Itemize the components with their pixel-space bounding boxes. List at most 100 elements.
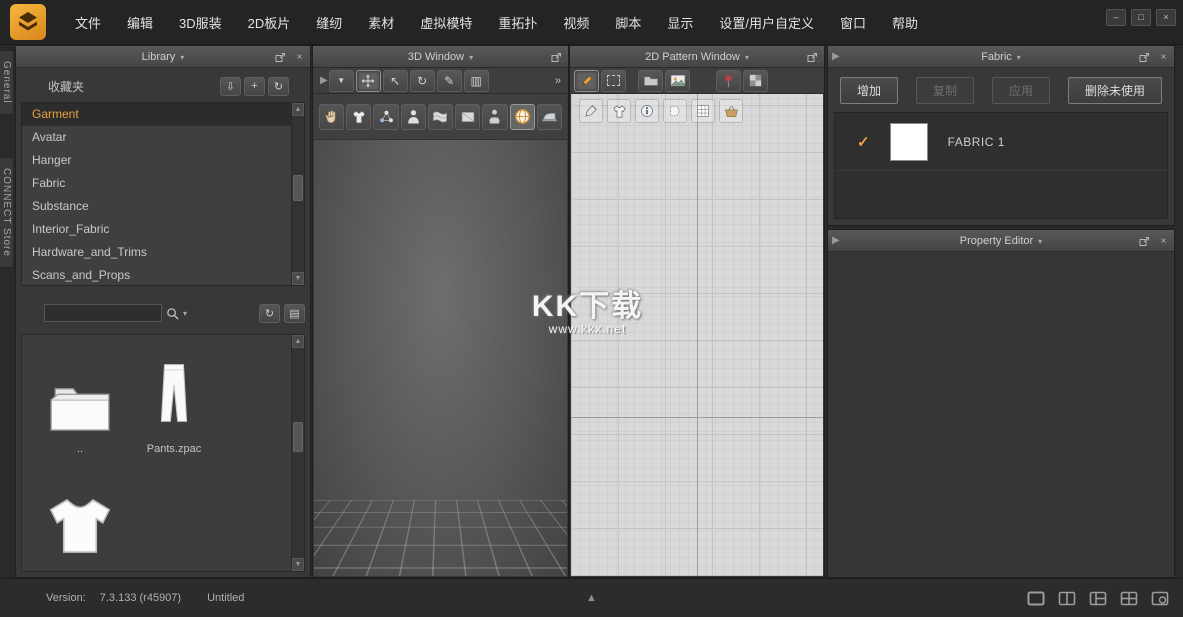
menu-display[interactable]: 显示 bbox=[654, 0, 706, 45]
basket-icon[interactable] bbox=[719, 99, 743, 123]
chevron-down-icon[interactable]: ▾ bbox=[180, 53, 184, 62]
garment-outline-icon[interactable] bbox=[607, 99, 631, 123]
menu-avatar[interactable]: 虚拟模特 bbox=[407, 0, 485, 45]
pattern-piece-icon[interactable] bbox=[663, 99, 687, 123]
scroll-thumb[interactable] bbox=[293, 422, 303, 452]
add-favorite-button[interactable]: + bbox=[244, 77, 265, 96]
open-folder-icon[interactable] bbox=[638, 70, 663, 92]
gizmo-dropdown-icon[interactable]: ▼ bbox=[329, 70, 354, 92]
drape-cloth-icon[interactable] bbox=[428, 104, 453, 130]
library-item-scans-and-props[interactable]: Scans_and_Props bbox=[22, 264, 291, 285]
thumbnail-scrollbar[interactable]: ▲ ▼ bbox=[291, 335, 304, 571]
close-button[interactable]: × bbox=[1156, 9, 1176, 26]
chevron-down-icon[interactable]: ▾ bbox=[745, 53, 749, 62]
detach-panel-icon[interactable] bbox=[1139, 236, 1152, 247]
list-view-toggle-button[interactable]: ▤ bbox=[284, 304, 305, 323]
box-select-icon[interactable] bbox=[601, 70, 626, 92]
chevron-down-icon[interactable]: ▾ bbox=[1017, 53, 1021, 62]
refresh-library-button[interactable]: ↻ bbox=[259, 304, 280, 323]
detach-panel-icon[interactable] bbox=[551, 52, 564, 63]
minimize-button[interactable]: – bbox=[1106, 9, 1126, 26]
scroll-up-icon[interactable]: ▲ bbox=[292, 335, 304, 348]
library-item-garment[interactable]: Garment bbox=[22, 103, 291, 126]
search-icon[interactable] bbox=[166, 307, 179, 320]
layout-mixed-icon[interactable] bbox=[1089, 591, 1107, 606]
library-list-scrollbar[interactable]: ▲ ▼ bbox=[291, 103, 304, 285]
menu-edit[interactable]: 编辑 bbox=[114, 0, 166, 45]
tab-connect-store[interactable]: CONNECT Store bbox=[0, 157, 14, 268]
rotate-view-icon[interactable]: ↻ bbox=[410, 70, 435, 92]
maximize-button[interactable]: □ bbox=[1131, 9, 1151, 26]
library-search-input[interactable] bbox=[44, 304, 162, 322]
move-tool-icon[interactable] bbox=[356, 70, 381, 92]
colorway-globe-icon[interactable] bbox=[510, 104, 535, 130]
chevron-down-icon[interactable]: ▾ bbox=[469, 53, 473, 62]
simulate-hand-icon[interactable] bbox=[319, 104, 344, 130]
layout-single-icon[interactable] bbox=[1027, 591, 1045, 606]
library-thumb-pants[interactable]: Pants.zpac bbox=[128, 345, 220, 455]
close-panel-icon[interactable]: × bbox=[293, 51, 306, 64]
library-thumb-parent-folder[interactable]: .. bbox=[34, 345, 126, 455]
fabric-copy-button[interactable]: 复制 bbox=[916, 77, 974, 104]
menu-settings-customize[interactable]: 设置/用户自定义 bbox=[706, 0, 827, 45]
library-item-substance[interactable]: Substance bbox=[22, 195, 291, 218]
layout-reset-icon[interactable] bbox=[1151, 591, 1169, 606]
3d-viewport[interactable] bbox=[314, 94, 567, 576]
fabric-panel-header[interactable]: ▶ Fabric▾ × bbox=[828, 46, 1174, 68]
detach-panel-icon[interactable] bbox=[1139, 52, 1152, 63]
scroll-down-icon[interactable]: ▼ bbox=[292, 272, 304, 285]
dock-arrow-icon[interactable]: ▶ bbox=[832, 51, 840, 62]
menu-script[interactable]: 脚本 bbox=[602, 0, 654, 45]
detach-panel-icon[interactable] bbox=[275, 52, 288, 63]
chevron-down-icon[interactable]: ▾ bbox=[1038, 237, 1042, 246]
layout-quad-icon[interactable] bbox=[1120, 591, 1138, 606]
search-options-dropdown-icon[interactable]: ▾ bbox=[183, 309, 187, 318]
avatar-display-icon[interactable] bbox=[401, 104, 426, 130]
fabric-swatch[interactable] bbox=[890, 123, 928, 161]
select-tool-icon[interactable]: ↖ bbox=[383, 70, 408, 92]
dock-arrow-icon[interactable]: ▶ bbox=[832, 235, 840, 246]
fabric-delete-unused-button[interactable]: 删除未使用 bbox=[1068, 77, 1162, 104]
library-item-interior-fabric[interactable]: Interior_Fabric bbox=[22, 218, 291, 241]
3d-window-header[interactable]: 3D Window▾ bbox=[313, 46, 568, 68]
press-iron-icon[interactable] bbox=[537, 104, 562, 130]
tab-general[interactable]: General bbox=[0, 50, 14, 115]
menu-material[interactable]: 素材 bbox=[355, 0, 407, 45]
layout-two-pane-icon[interactable] bbox=[1058, 591, 1076, 606]
library-item-fabric[interactable]: Fabric bbox=[22, 172, 291, 195]
library-thumb-tshirt[interactable] bbox=[34, 487, 126, 557]
showroom-icon[interactable]: ▥ bbox=[464, 70, 489, 92]
pin-icon[interactable] bbox=[716, 70, 741, 92]
grid-table-icon[interactable] bbox=[691, 99, 715, 123]
transform-pattern-tool-icon[interactable] bbox=[574, 70, 599, 92]
2d-pattern-window-header[interactable]: 2D Pattern Window▾ bbox=[570, 46, 824, 68]
library-item-hardware-and-trims[interactable]: Hardware_and_Trims bbox=[22, 241, 291, 264]
close-panel-icon[interactable]: × bbox=[1157, 235, 1170, 248]
menu-3d-garment[interactable]: 3D服装 bbox=[166, 0, 235, 45]
fold-cloth-icon[interactable] bbox=[455, 104, 480, 130]
scroll-up-icon[interactable]: ▲ bbox=[292, 103, 304, 116]
2d-pattern-viewport[interactable] bbox=[571, 94, 823, 576]
detach-panel-icon[interactable] bbox=[807, 52, 820, 63]
fabric-list-item[interactable]: ✓ FABRIC 1 bbox=[835, 113, 1167, 171]
fabric-apply-button[interactable]: 应用 bbox=[992, 77, 1050, 104]
texture-swatch-icon[interactable] bbox=[743, 70, 768, 92]
menu-2d-pattern[interactable]: 2D板片 bbox=[235, 0, 304, 45]
image-icon[interactable] bbox=[665, 70, 690, 92]
refresh-favorites-button[interactable]: ↻ bbox=[268, 77, 289, 96]
library-panel-header[interactable]: Library▾ × bbox=[16, 46, 310, 68]
property-editor-header[interactable]: ▶ Property Editor▾ × bbox=[828, 230, 1174, 252]
menu-window[interactable]: 窗口 bbox=[827, 0, 879, 45]
pen-tool-icon[interactable]: ✎ bbox=[437, 70, 462, 92]
avatar-pose-icon[interactable] bbox=[482, 104, 507, 130]
menu-retopology[interactable]: 重拓扑 bbox=[485, 0, 550, 45]
edit-pattern-awl-icon[interactable] bbox=[579, 99, 603, 123]
garment-wind-icon[interactable] bbox=[346, 104, 371, 130]
expand-statusbar-icon[interactable]: ▲ bbox=[586, 592, 597, 604]
library-item-avatar[interactable]: Avatar bbox=[22, 126, 291, 149]
info-icon[interactable] bbox=[635, 99, 659, 123]
menu-file[interactable]: 文件 bbox=[62, 0, 114, 45]
scroll-thumb[interactable] bbox=[293, 175, 303, 201]
import-favorite-button[interactable]: ⇩ bbox=[220, 77, 241, 96]
dock-arrow-icon[interactable]: ▶ bbox=[320, 75, 328, 86]
